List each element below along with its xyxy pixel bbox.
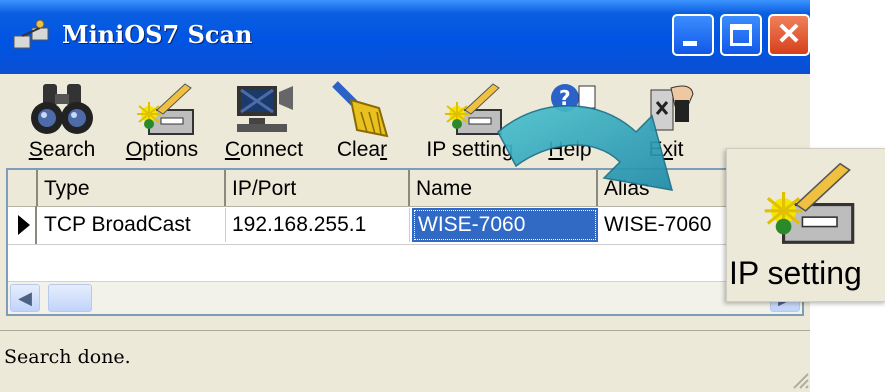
column-header-name[interactable]: Name xyxy=(410,170,598,206)
minimize-icon xyxy=(683,41,697,46)
svg-text:?: ? xyxy=(559,86,571,110)
status-divider xyxy=(0,330,810,331)
miniOS7-scan-window: MiniOS7 Scan ✕ Search Options Connect Cl… xyxy=(0,0,810,392)
settings-pencil-icon xyxy=(137,83,194,135)
window-title: MiniOS7 Scan xyxy=(62,20,253,49)
exit-button[interactable]: Exit xyxy=(616,78,716,164)
ip-setting-button[interactable]: IP setting xyxy=(420,78,520,164)
table-cell-name[interactable]: WISE-7060 xyxy=(412,208,598,242)
maximize-icon xyxy=(730,24,752,46)
title-bar[interactable]: MiniOS7 Scan ✕ xyxy=(0,0,810,74)
close-icon: ✕ xyxy=(776,18,802,51)
table-cell-type[interactable]: TCP BroadCast xyxy=(38,208,226,242)
network-scan-icon xyxy=(13,19,49,49)
ip-setting-label: IP setting xyxy=(426,138,514,161)
exit-icon xyxy=(650,85,694,131)
broom-icon xyxy=(332,81,389,138)
help-button[interactable]: ? Help xyxy=(520,78,620,164)
ip-setting-icon xyxy=(445,83,502,135)
toolbar: Search Options Connect Clear IP setting … xyxy=(0,74,810,166)
clear-label: Clear xyxy=(336,138,388,161)
exit-label: Exit xyxy=(648,138,684,161)
row-header-corner xyxy=(8,170,38,206)
clear-button[interactable]: Clear xyxy=(312,78,412,164)
ip-setting-callout: IP setting xyxy=(726,148,885,302)
status-text: Search done. xyxy=(4,346,131,368)
resize-grip-icon[interactable] xyxy=(788,368,810,390)
connect-label: Connect xyxy=(224,138,304,161)
row-selector-arrow-icon xyxy=(18,206,37,244)
list-header: Type IP/Port Name Alias xyxy=(8,170,802,207)
options-label: Options xyxy=(125,138,199,161)
chevron-left-icon: ◀ xyxy=(18,288,32,308)
computer-connect-icon xyxy=(237,86,293,132)
help-icon: ? xyxy=(551,84,596,112)
connect-button[interactable]: Connect xyxy=(214,78,314,164)
search-button[interactable]: Search xyxy=(12,78,112,164)
search-label: Search xyxy=(28,138,96,161)
binoculars-icon xyxy=(31,84,93,134)
row-divider xyxy=(8,244,802,245)
options-button[interactable]: Options xyxy=(112,78,212,164)
ip-setting-icon xyxy=(764,162,855,244)
column-header-ip-port[interactable]: IP/Port xyxy=(226,170,410,206)
minimize-button[interactable] xyxy=(672,14,714,56)
close-button[interactable]: ✕ xyxy=(768,14,810,56)
table-cell-ip[interactable]: 192.168.255.1 xyxy=(226,208,410,242)
callout-label: IP setting xyxy=(729,255,862,291)
help-label: Help xyxy=(548,138,592,161)
scroll-left-button[interactable]: ◀ xyxy=(10,284,40,312)
column-header-type[interactable]: Type xyxy=(38,170,226,206)
horizontal-scrollbar[interactable]: ◀ ▶ xyxy=(8,281,802,314)
scrollbar-thumb[interactable] xyxy=(48,284,92,312)
device-list[interactable]: Type IP/Port Name Alias TCP BroadCast 19… xyxy=(6,168,804,316)
maximize-button[interactable] xyxy=(720,14,762,56)
